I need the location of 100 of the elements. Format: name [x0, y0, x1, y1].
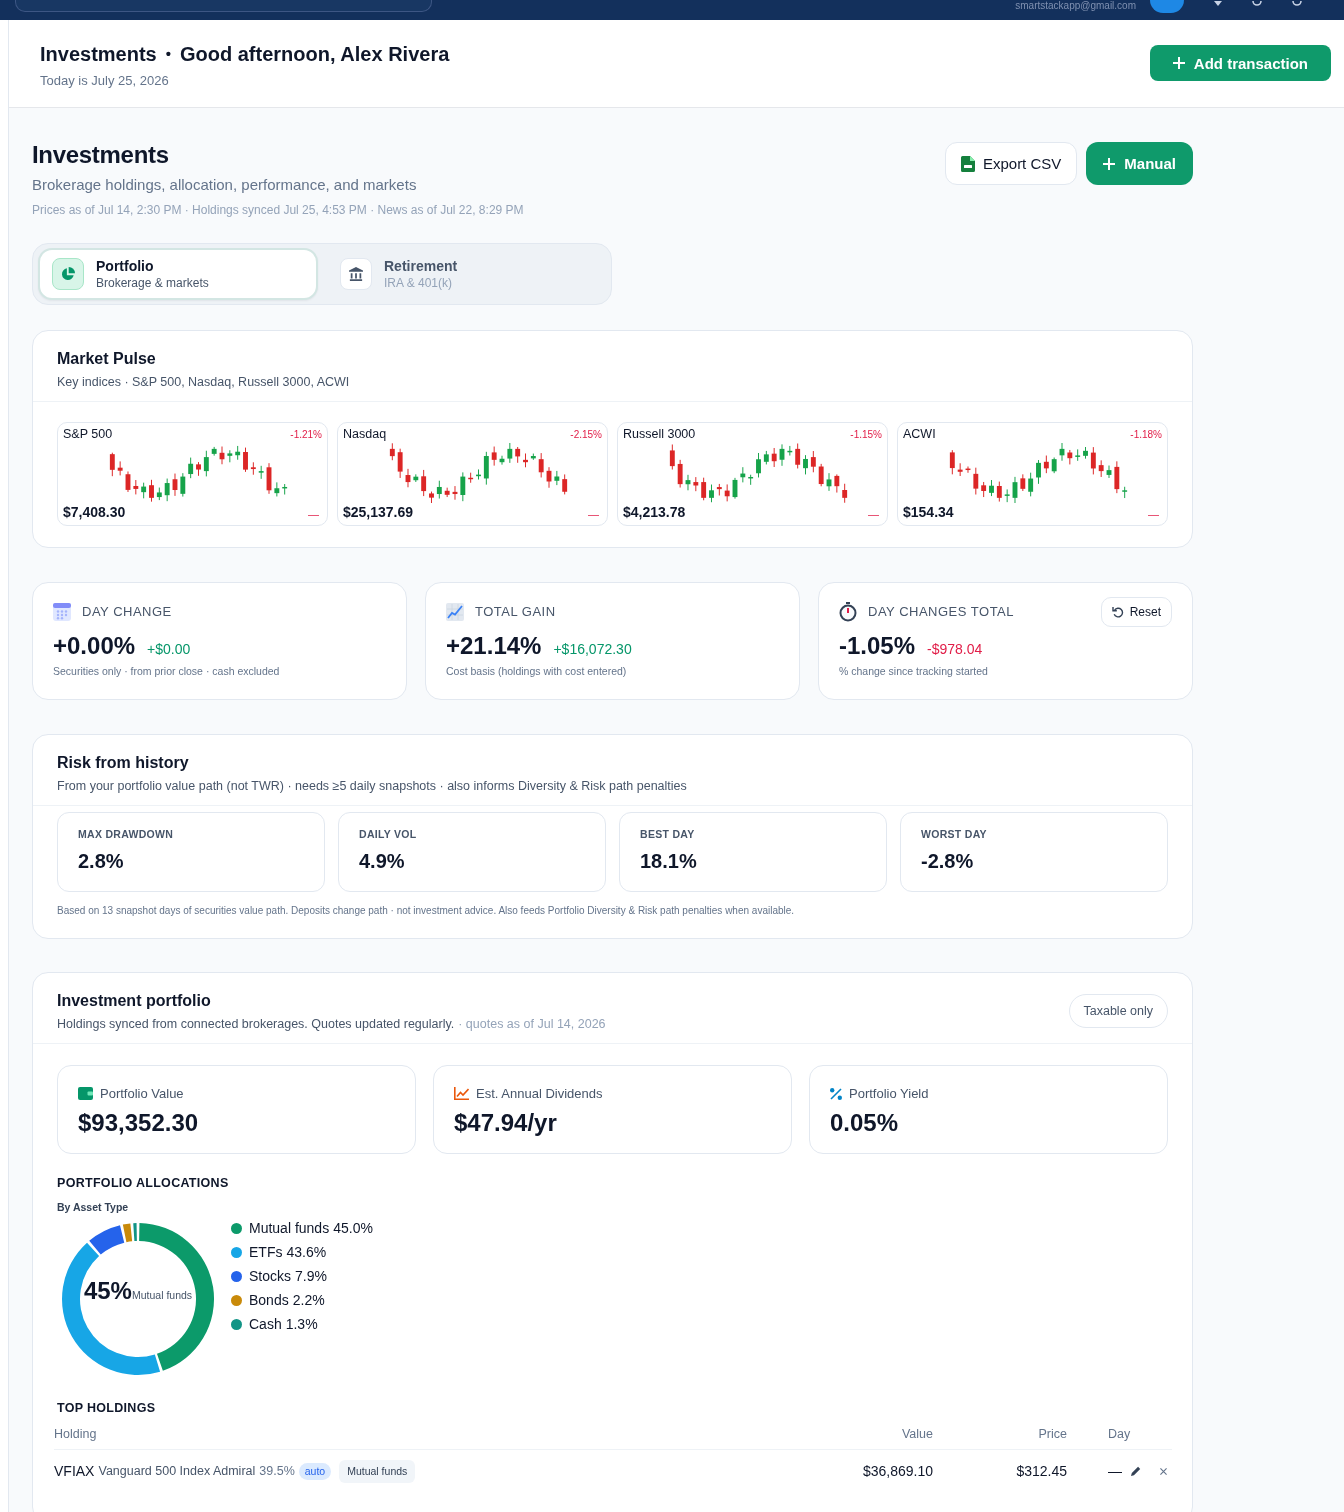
trend-dash: —: [1148, 507, 1160, 521]
legend-label: Bonds: [249, 1292, 289, 1308]
candlestick: [1020, 473, 1026, 492]
percent-icon: [830, 1087, 842, 1100]
add-transaction-button[interactable]: Add transaction: [1149, 45, 1331, 81]
page-title: Investments: [32, 140, 170, 170]
stat-note: Securities only · from prior close · cash excluded: [53, 664, 281, 678]
tab[interactable]: Portfolio Brokerage & markets: [38, 248, 318, 300]
wallet-icon: [78, 1087, 93, 1100]
candlestick: [460, 471, 466, 502]
candlestick: [685, 474, 691, 491]
candlestick: [274, 481, 280, 497]
column-header: Value: [900, 1426, 934, 1442]
candlestick: [803, 454, 808, 475]
candlestick: [779, 443, 785, 466]
day-change-text: —: [1108, 1463, 1122, 1479]
manual-button[interactable]: Manual: [1086, 142, 1193, 185]
tab[interactable]: Retirement IRA & 401(k): [326, 248, 606, 300]
candlestick: [810, 450, 816, 473]
candlestick: [180, 472, 186, 497]
pie-chart-icon: [52, 258, 84, 290]
trend-dash: —: [868, 507, 880, 521]
plus-icon: [1172, 57, 1185, 69]
ticker-symbol: VFIAX: [54, 1463, 95, 1479]
legend-share: 45.0%: [333, 1220, 373, 1236]
ring-icon[interactable]: [1252, 1, 1262, 7]
candlestick: [1106, 464, 1112, 479]
candlestick: [740, 466, 746, 483]
index-name: S&P 500: [63, 427, 113, 442]
candlestick: [156, 486, 162, 501]
taxable-filter-button[interactable]: Taxable only: [1068, 994, 1168, 1028]
candlestick: [507, 442, 513, 464]
candlestick: [421, 469, 427, 497]
candlestick: [413, 473, 419, 483]
index-card[interactable]: Nasdaq -2.15% $25,137.69 —: [337, 422, 608, 526]
candlestick: [164, 477, 170, 502]
metric-value: 4.9%: [359, 849, 406, 874]
candlestick: [771, 447, 777, 468]
index-card[interactable]: Russell 3000 -1.15% $4,213.78 —: [617, 422, 888, 526]
candlestick: [834, 473, 840, 493]
plus-icon: [1103, 157, 1116, 170]
account-email: smartstackapp@gmail.com: [1015, 0, 1136, 11]
candlestick: [1004, 488, 1010, 503]
source-badge: auto: [298, 1462, 332, 1480]
stat-value: -1.05%: [839, 631, 916, 661]
line-chart-icon: [454, 1087, 469, 1100]
metric-value: 18.1%: [640, 849, 698, 874]
candlestick: [826, 472, 832, 492]
stat-label: TOTAL GAIN: [475, 603, 556, 621]
metric-value: $93,352.30: [78, 1108, 200, 1138]
search-field[interactable]: [15, 0, 432, 12]
candlestick: [716, 483, 722, 496]
candlestick: [219, 445, 225, 465]
legend-share: 43.6%: [286, 1244, 327, 1260]
close-icon[interactable]: [1160, 1467, 1167, 1475]
candlestick: [1028, 471, 1034, 497]
trend-dash: —: [588, 507, 600, 521]
candlestick: [724, 483, 730, 502]
ring-icon[interactable]: [1292, 1, 1302, 7]
candlestick: [203, 449, 209, 477]
reset-button[interactable]: Reset: [1100, 597, 1172, 627]
candlestick: [483, 451, 489, 485]
column-header: Holding: [54, 1426, 98, 1442]
candlestick: [554, 470, 560, 486]
stat-value: +21.14%: [446, 631, 542, 661]
candlestick: [444, 486, 450, 498]
candlestick: [397, 447, 403, 479]
candlestick: [981, 481, 987, 498]
stat-delta: +$16,072.30: [553, 641, 632, 657]
candlestick: [141, 481, 147, 499]
greeting-text: Good afternoon, Alex Rivera: [180, 42, 450, 67]
legend-label: Cash: [249, 1316, 282, 1332]
legend-label: Mutual funds: [249, 1220, 330, 1236]
donut-center-value: 45%: [83, 1277, 132, 1305]
card-title: Risk from history: [57, 753, 190, 773]
caret-icon[interactable]: [1214, 1, 1222, 6]
index-card[interactable]: S&P 500 -1.21% $7,408.30 —: [57, 422, 328, 526]
index-card[interactable]: ACWI -1.18% $154.34 —: [897, 422, 1168, 526]
index-price: $154.34: [903, 504, 954, 521]
candlestick: [1098, 459, 1104, 478]
pencil-icon[interactable]: [1131, 1466, 1141, 1476]
metric-label: Portfolio Value: [100, 1085, 184, 1102]
candlestick: [763, 450, 769, 465]
candlestick: [1114, 460, 1120, 494]
candlestick: [701, 476, 707, 501]
metric-label: BEST DAY: [640, 827, 696, 841]
section-heading: PORTFOLIO ALLOCATIONS: [57, 1175, 230, 1191]
candlestick: [1075, 448, 1081, 461]
candlestick: [530, 452, 536, 460]
export-button[interactable]: Export CSV: [944, 142, 1078, 185]
candlestick: [243, 446, 248, 473]
candlestick: [266, 462, 272, 494]
candlestick: [562, 473, 568, 495]
stat-note: Cost basis (holdings with cost entered): [446, 664, 628, 678]
stat-delta: -$978.04: [927, 641, 983, 657]
legend-share: 2.2%: [292, 1292, 325, 1308]
stat-label: DAY CHANGE: [82, 603, 172, 621]
quotes-timestamp: · quotes as of Jul 14, 2026: [458, 1017, 606, 1031]
candlestick: [1122, 485, 1128, 499]
candlestick: [523, 452, 528, 468]
